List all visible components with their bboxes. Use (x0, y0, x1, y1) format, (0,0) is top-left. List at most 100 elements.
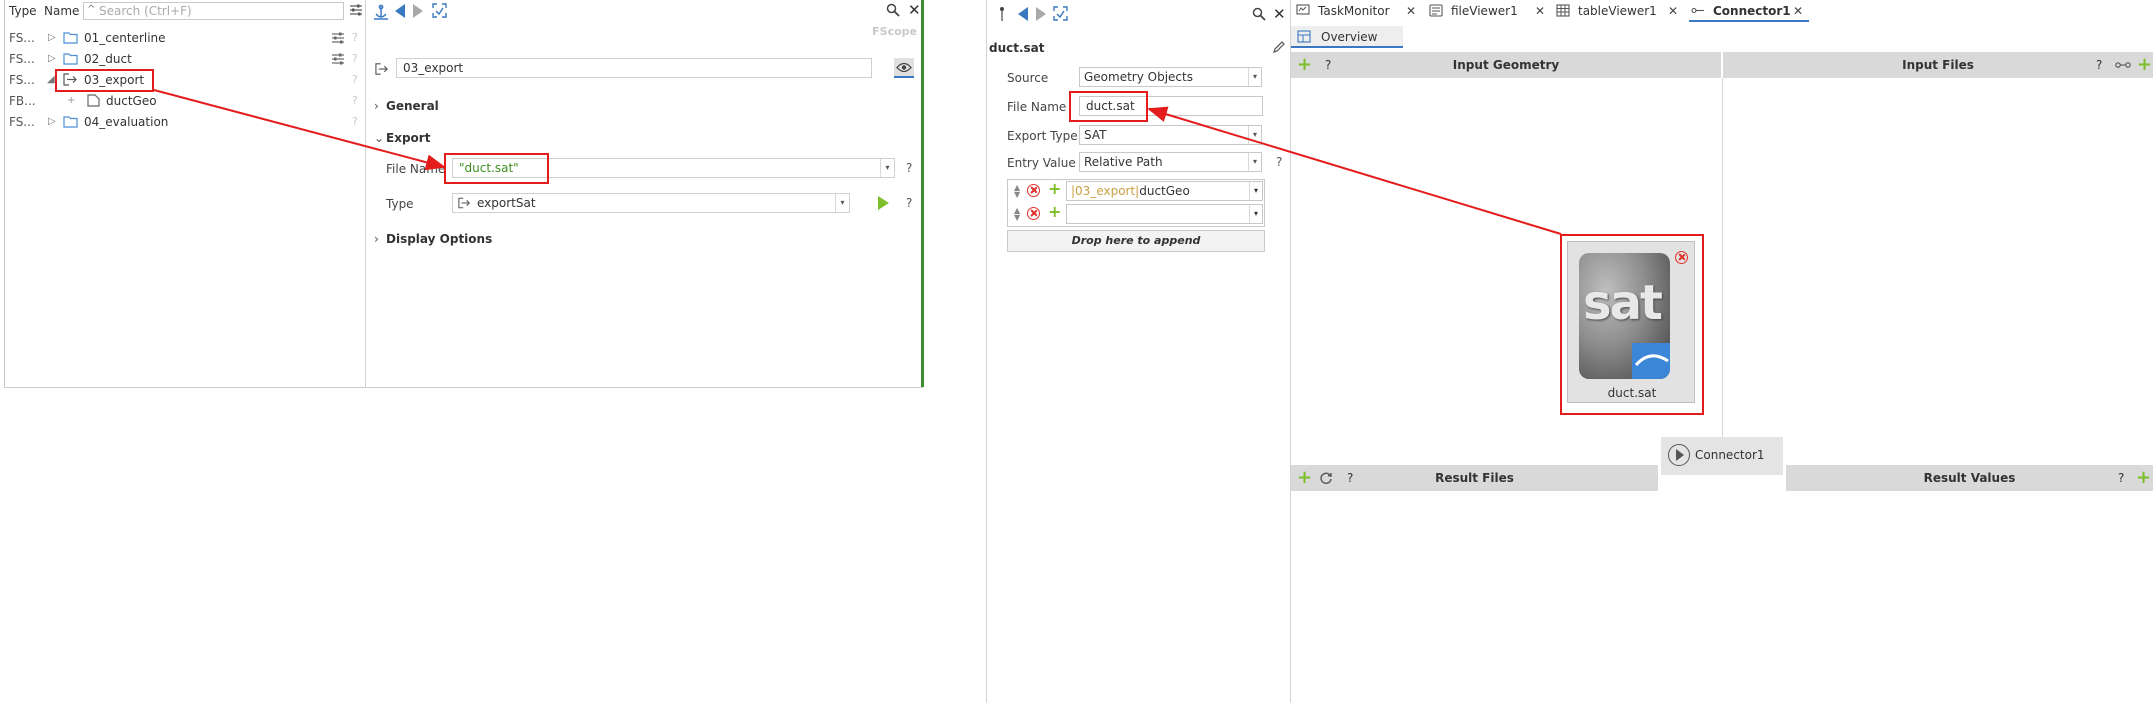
tab-label: tableViewer1 (1578, 4, 1657, 18)
add-result-value-icon[interactable]: + (2136, 467, 2151, 488)
remove-entry-icon[interactable] (1027, 207, 1040, 220)
row-help-icon[interactable]: ? (352, 115, 358, 128)
dropdown-arrow-icon[interactable]: ▾ (1248, 126, 1261, 144)
type-value: exportSat (477, 196, 536, 210)
tab-tableviewer1[interactable]: tableViewer1 ✕ (1554, 0, 1687, 22)
reorder-handle-icon[interactable]: ▲ ▼ (1014, 207, 1020, 222)
back-arrow-icon[interactable] (395, 4, 405, 18)
drop-target[interactable]: Drop here to append (1007, 230, 1265, 252)
run-icon[interactable] (878, 196, 889, 210)
source-select[interactable]: Geometry Objects ▾ (1079, 67, 1262, 87)
connector-item-title: duct.sat (989, 41, 1045, 55)
dropdown-arrow-icon[interactable]: ▾ (835, 194, 849, 212)
forward-arrow-icon[interactable] (1036, 7, 1046, 21)
tree-row-label: 02_duct (84, 52, 132, 66)
section-general[interactable]: › General (374, 99, 439, 113)
expand-arrow-icon[interactable]: ▷ (48, 32, 56, 43)
entry-path-field-empty[interactable]: ▾ (1066, 204, 1263, 224)
close-tab-icon[interactable]: ✕ (1535, 4, 1545, 18)
type-column-header[interactable]: Type (9, 4, 37, 18)
dropdown-arrow-icon[interactable]: ▾ (880, 159, 894, 177)
tree-row-ductgeo[interactable]: FB... + ductGeo ? (5, 91, 366, 111)
reorder-handle-icon[interactable]: ▲ ▼ (1014, 184, 1020, 199)
entry-path-field[interactable]: |03_export|ductGeo ▾ (1066, 181, 1263, 201)
tab-label: Connector1 (1713, 4, 1791, 18)
result-files-title: Result Files (1435, 471, 1514, 485)
entry-path-item: ductGeo (1139, 184, 1190, 198)
expand-plus-icon[interactable]: + (67, 95, 75, 106)
source-value: Geometry Objects (1084, 70, 1193, 84)
expand-arrow-icon[interactable]: ▷ (48, 116, 56, 127)
close-icon[interactable]: ✕ (908, 1, 921, 19)
tab-label: fileViewer1 (1451, 4, 1518, 18)
result-files-bar: + ? Result Files (1291, 465, 1658, 491)
search-icon[interactable] (886, 3, 900, 17)
tab-overview[interactable]: Overview (1291, 26, 1403, 48)
collapse-arrow-icon[interactable]: ◢ (47, 74, 55, 85)
section-divider (1722, 78, 1723, 438)
mid-file-name-label: File Name (1007, 100, 1067, 114)
entry-value-help-icon[interactable]: ? (1276, 155, 1282, 169)
entry-path-prefix: |03_export| (1071, 184, 1140, 198)
entry-value-select[interactable]: Relative Path ▾ (1079, 152, 1262, 172)
files-help-icon[interactable]: ? (2096, 58, 2102, 72)
edit-pencil-icon[interactable] (1272, 40, 1286, 54)
search-icon[interactable] (1252, 7, 1266, 21)
connector-run-button[interactable]: Connector1 (1661, 437, 1783, 475)
input-files-title: Input Files (1902, 58, 1974, 72)
sort-caret-icon[interactable]: ^ (87, 4, 95, 15)
row-help-icon[interactable]: ? (352, 52, 358, 65)
row-settings-icon[interactable] (331, 52, 345, 66)
dropdown-arrow-icon[interactable]: ▾ (1248, 153, 1261, 171)
back-arrow-icon[interactable] (1018, 7, 1028, 21)
export-type-select[interactable]: SAT ▾ (1079, 125, 1262, 145)
row-help-icon[interactable]: ? (352, 94, 358, 107)
connector-icon (1691, 7, 1704, 14)
add-file-icon[interactable]: + (2137, 54, 2152, 75)
type-help-icon[interactable]: ? (906, 196, 912, 210)
section-export[interactable]: ⌄ Export (374, 131, 430, 145)
result-values-title: Result Values (1923, 471, 2016, 485)
dropdown-arrow-icon[interactable]: ▾ (1248, 68, 1261, 86)
expand-arrow-icon[interactable]: ▷ (48, 53, 56, 64)
close-tab-icon[interactable]: ✕ (1793, 4, 1803, 18)
pin-icon[interactable] (999, 6, 1005, 22)
file-name-help-icon[interactable]: ? (906, 161, 912, 175)
tree-row-04-evaluation[interactable]: FS... ▷ 04_evaluation ? (5, 112, 366, 132)
close-icon[interactable]: ✕ (1273, 5, 1286, 23)
connector-link-icon[interactable] (2115, 60, 2131, 70)
visibility-toggle[interactable] (894, 58, 914, 78)
row-help-icon[interactable]: ? (352, 31, 358, 44)
forward-arrow-icon[interactable] (413, 4, 423, 18)
tab-connector1[interactable]: Connector1 ✕ (1689, 0, 1809, 22)
row-help-icon[interactable]: ? (352, 73, 358, 86)
scope-name-field[interactable]: 03_export (396, 58, 872, 78)
close-tab-icon[interactable]: ✕ (1406, 4, 1416, 18)
remove-entry-icon[interactable] (1027, 184, 1040, 197)
tree-search-input[interactable] (99, 3, 339, 19)
tab-taskmonitor[interactable]: TaskMonitor ✕ (1294, 0, 1424, 22)
row-settings-icon[interactable] (331, 31, 345, 45)
fit-view-icon[interactable] (1053, 6, 1068, 21)
input-files-bar: Input Files ? + (1723, 52, 2153, 78)
chevron-right-icon: › (374, 232, 379, 246)
close-tab-icon[interactable]: ✕ (1668, 4, 1678, 18)
name-column-header[interactable]: Name (44, 4, 79, 18)
tab-fileviewer1[interactable]: fileViewer1 ✕ (1427, 0, 1553, 22)
type-select[interactable]: exportSat ▾ (452, 193, 850, 213)
input-geometry-bar: + ? Input Geometry (1291, 52, 1721, 78)
dropdown-arrow-icon[interactable]: ▾ (1249, 182, 1262, 200)
dropdown-arrow-icon[interactable]: ▾ (1249, 205, 1262, 223)
section-display-options[interactable]: › Display Options (374, 232, 492, 246)
table-icon (1556, 4, 1570, 17)
fit-view-icon[interactable] (432, 3, 447, 18)
anchor-icon[interactable] (374, 4, 388, 20)
result-values-help-icon[interactable]: ? (2118, 471, 2124, 485)
tree-row-02-duct[interactable]: FS... ▷ 02_duct ? (5, 49, 366, 69)
tree-row-01-centerline[interactable]: FS... ▷ 01_centerline ? (5, 28, 366, 48)
add-entry-icon[interactable]: + (1048, 204, 1061, 220)
filter-settings-icon[interactable] (349, 3, 363, 17)
tree-search-box[interactable]: ^ (83, 2, 344, 20)
properties-pane: ✕ FScope 03_export › General ⌄ Export File… (366, 0, 923, 387)
add-entry-icon[interactable]: + (1048, 181, 1061, 197)
